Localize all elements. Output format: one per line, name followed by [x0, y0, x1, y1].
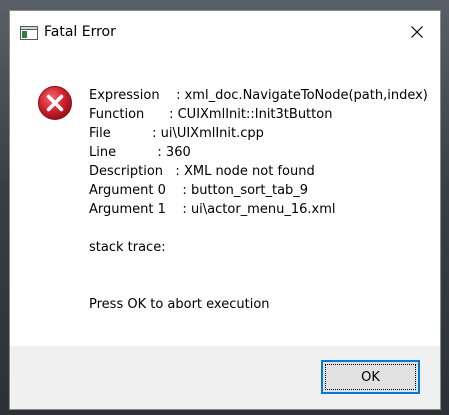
- argument-0-line: Argument 0 : button_sort_tab_9: [89, 183, 309, 198]
- button-bar: OK: [10, 346, 440, 409]
- argument-1-line: Argument 1 : ui\actor_menu_16.xml: [89, 202, 336, 217]
- fatal-error-dialog: Fatal Error Expression: xml_doc.Navigat…: [9, 10, 441, 410]
- stack-trace-label: stack trace:: [89, 240, 166, 255]
- window-app-icon: [20, 25, 38, 40]
- close-icon: [411, 26, 423, 38]
- file-line: File : ui\UIXmlInit.cpp: [89, 126, 264, 141]
- close-button[interactable]: [394, 11, 440, 53]
- error-icon: [37, 85, 73, 121]
- title-bar[interactable]: Fatal Error: [10, 11, 440, 53]
- description-line: Description : XML node not found: [89, 164, 315, 179]
- function-line: Function : CUIXmlInit::Init3tButton: [89, 107, 333, 122]
- ok-button[interactable]: OK: [321, 360, 420, 394]
- error-message: Expression : xml_doc.NavigateToNode(path…: [89, 86, 428, 314]
- line-number-line: Line : 360: [89, 145, 191, 160]
- abort-prompt: Press OK to abort execution: [89, 297, 270, 312]
- ok-button-label: OK: [361, 369, 380, 385]
- window-title: Fatal Error: [44, 24, 116, 40]
- expression-line: Expression : xml_doc.NavigateToNode(path…: [89, 88, 428, 103]
- message-area: Expression : xml_doc.NavigateToNode(path…: [10, 53, 440, 346]
